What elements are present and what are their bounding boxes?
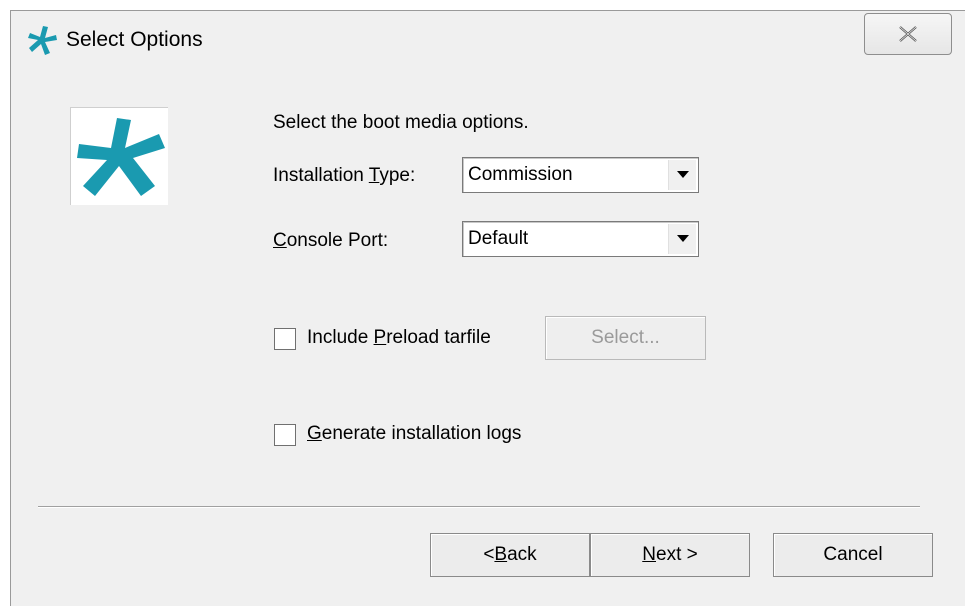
console-port-label: Console Port: [273,230,389,251]
cancel-button[interactable]: Cancel [773,533,933,577]
select-options-dialog: Select Options [10,10,965,606]
asterisk-logo-icon [28,26,57,55]
console-port-dropdown[interactable]: Default [462,221,699,257]
include-preload-checkbox[interactable] [274,328,296,350]
dropdown-arrow-button[interactable] [668,224,696,254]
brand-logo [70,107,168,205]
console-port-value: Default [468,228,529,249]
divider [38,506,920,508]
select-tarfile-button[interactable]: Select... [545,316,706,360]
title-bar: Select Options [11,11,965,65]
dropdown-arrow-button[interactable] [668,160,696,190]
next-button[interactable]: Next > [590,533,750,577]
installation-type-value: Commission [468,164,573,185]
window-title: Select Options [66,28,203,51]
generate-logs-checkbox[interactable] [274,424,296,446]
close-button[interactable] [864,13,952,55]
instruction-text: Select the boot media options. [273,112,529,133]
back-button[interactable]: < Back [430,533,590,577]
generate-logs-label[interactable]: Generate installation logs [307,423,521,445]
chevron-down-icon [676,235,689,242]
chevron-down-icon [676,171,689,178]
installation-type-label: Installation Type: [273,165,416,186]
asterisk-logo-icon [77,118,165,196]
close-x-icon [899,26,917,42]
installation-type-dropdown[interactable]: Commission [462,157,699,193]
include-preload-label[interactable]: Include Preload tarfile [307,327,491,349]
